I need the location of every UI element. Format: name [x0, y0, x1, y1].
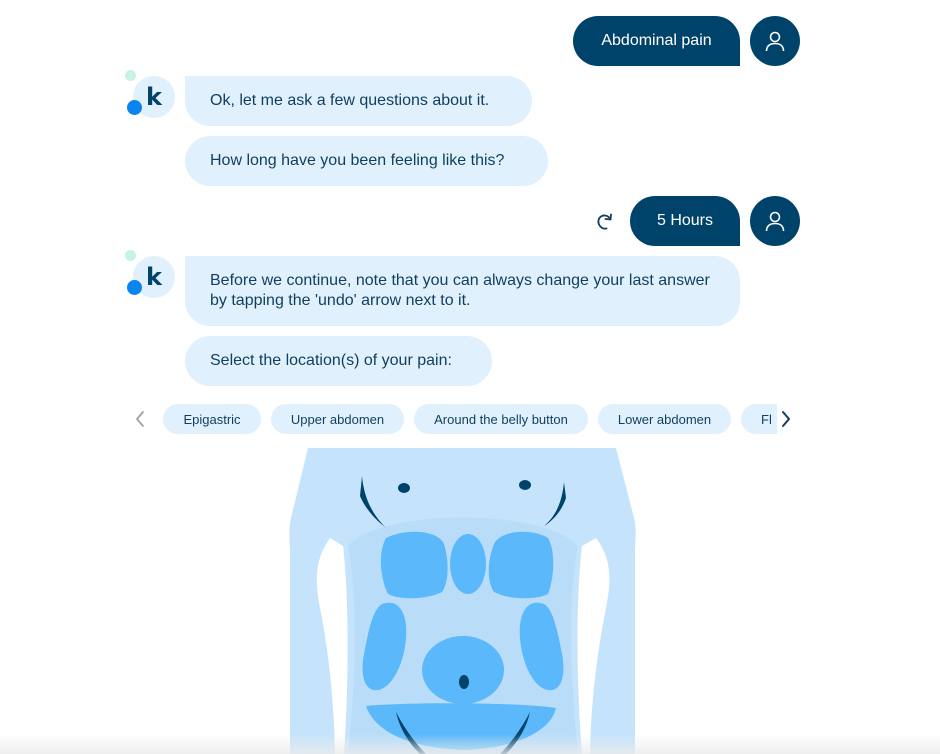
location-option-label: Upper abdomen — [290, 411, 385, 427]
chest-mark — [519, 480, 531, 490]
bot-message-text: Ok, let me ask a few questions about it. — [210, 92, 490, 109]
user-message-bubble: 5 Hours — [630, 196, 740, 246]
avatar-dot-decoration — [125, 250, 136, 261]
undo-arrow-icon — [597, 213, 612, 230]
avatar-dot-decoration — [127, 100, 142, 115]
bot-message-text: How long have you been feeling like this… — [210, 152, 505, 169]
location-option-chip[interactable]: Around the belly button — [414, 404, 588, 434]
undo-button[interactable] — [591, 207, 619, 235]
location-option-chip[interactable]: Epigastric — [163, 404, 261, 434]
chevron-right-icon — [782, 411, 790, 427]
bot-avatar: k — [125, 250, 175, 300]
bot-avatar-letter: k — [146, 263, 162, 291]
location-option-label: Lower abdomen — [617, 411, 712, 427]
avatar-dot-decoration — [127, 280, 142, 295]
location-option-chip[interactable]: Upper abdomen — [271, 404, 404, 434]
user-message-text: Abdominal pain — [601, 32, 712, 49]
bot-avatar-letter: k — [146, 83, 162, 111]
navel — [459, 675, 469, 689]
bot-message-bubble: Before we continue, note that you can al… — [185, 256, 740, 326]
user-avatar — [750, 196, 800, 246]
user-message-text: 5 Hours — [656, 212, 714, 229]
region-epigastric[interactable] — [450, 534, 486, 594]
location-option-label: Fl — [761, 411, 772, 427]
region-umbilical[interactable] — [422, 636, 504, 704]
carousel-next-button[interactable] — [774, 407, 798, 431]
avatar-dot-decoration — [125, 70, 136, 81]
bot-message-bubble: Select the location(s) of your pain: — [185, 336, 492, 386]
bot-message-text: Before we continue, note that you can al… — [210, 272, 710, 309]
user-avatar — [750, 16, 800, 66]
user-message-bubble: Abdominal pain — [573, 16, 740, 66]
location-option-chip[interactable]: Fl — [741, 404, 777, 434]
chat-screen: Abdominal pain k Ok, let me ask a few qu… — [0, 0, 940, 754]
person-icon — [765, 31, 785, 52]
location-option-label: Around the belly button — [434, 411, 568, 427]
bot-message-bubble: Ok, let me ask a few questions about it. — [185, 76, 532, 126]
abdomen-body-map[interactable] — [286, 448, 640, 754]
bot-avatar: k — [125, 70, 175, 120]
bot-message-bubble: How long have you been feeling like this… — [185, 136, 548, 186]
person-icon — [765, 211, 785, 232]
region-right-upper[interactable] — [380, 531, 448, 599]
chevron-left-icon — [136, 411, 144, 427]
location-option-chip[interactable]: Lower abdomen — [598, 404, 731, 434]
region-left-upper[interactable] — [488, 531, 554, 599]
bottom-fade — [0, 734, 940, 754]
location-option-label: Epigastric — [183, 411, 241, 427]
bot-message-text: Select the location(s) of your pain: — [210, 352, 452, 369]
carousel-prev-button[interactable] — [128, 407, 152, 431]
chest-mark — [398, 483, 410, 493]
